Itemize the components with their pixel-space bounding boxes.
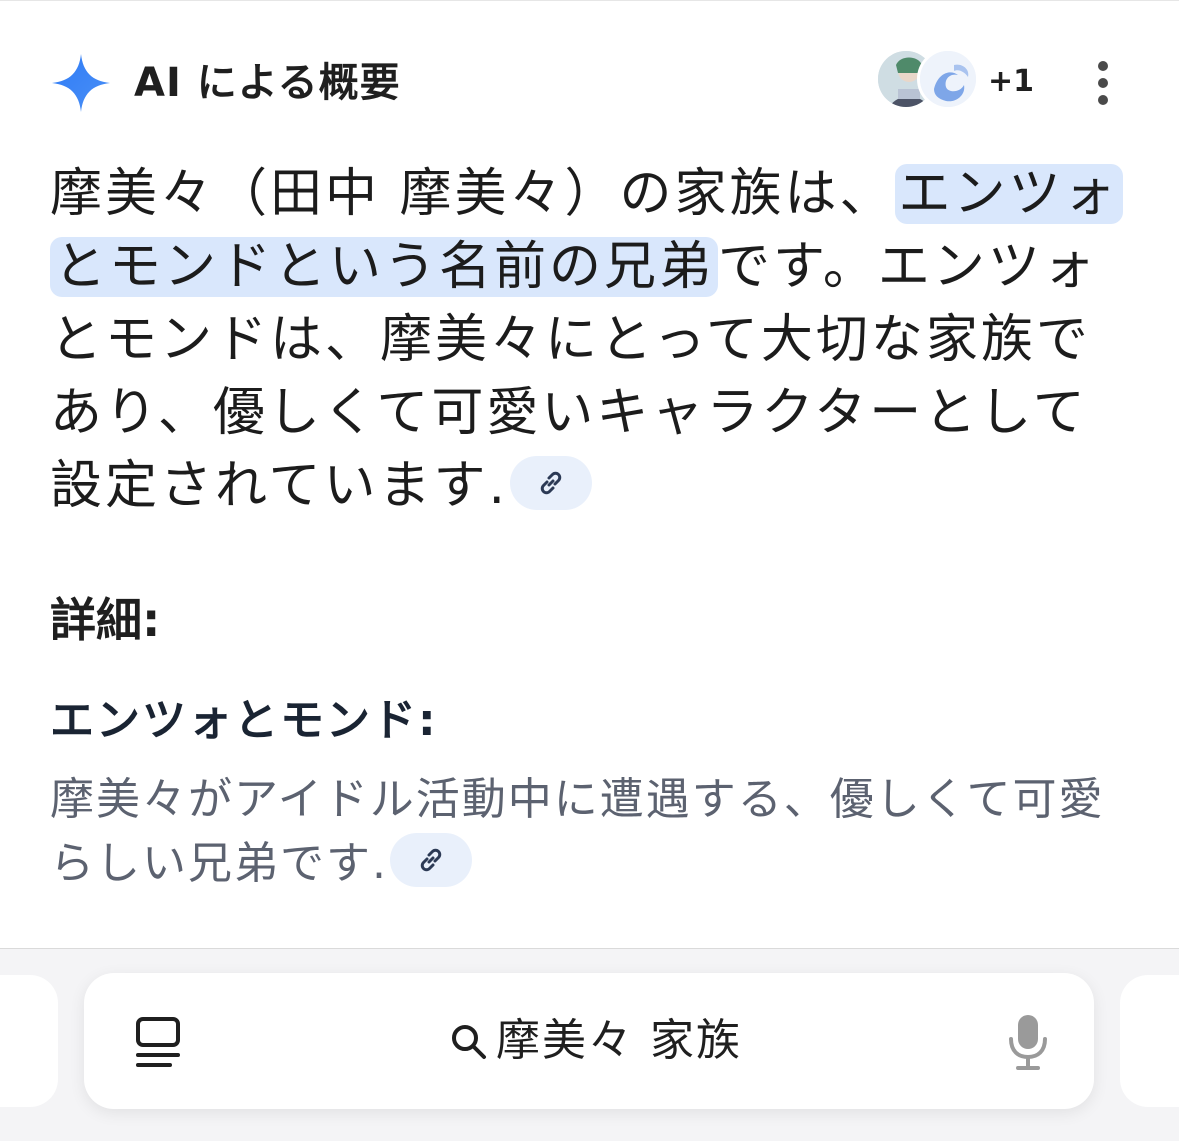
address-search-bar[interactable]: 摩美々 家族 bbox=[84, 973, 1094, 1109]
ai-answer-paragraph: 摩美々（田中 摩美々）の家族は、エンツォとモンドという名前の兄弟です。エンツォと… bbox=[50, 158, 1140, 523]
source-avatars[interactable] bbox=[875, 48, 985, 114]
source-link-button[interactable] bbox=[390, 833, 472, 887]
more-vertical-icon[interactable] bbox=[1086, 56, 1120, 112]
top-divider bbox=[0, 0, 1179, 1]
sparkle-icon bbox=[52, 54, 110, 112]
ai-overview-header: AI による概要 +1 bbox=[50, 48, 1130, 118]
search-icon bbox=[452, 1025, 486, 1059]
bottom-toolbar: 摩美々 家族 bbox=[0, 948, 1179, 1141]
microphone-icon[interactable] bbox=[1008, 1013, 1048, 1071]
answer-text-start: 摩美々（田中 摩美々）の家族は、 bbox=[50, 164, 895, 224]
link-icon bbox=[540, 471, 562, 495]
details-text: 摩美々がアイドル活動中に遭遇する、優しくて可愛らしい兄弟です. bbox=[50, 774, 1105, 889]
logo-avatar-icon bbox=[920, 51, 976, 107]
link-icon bbox=[420, 848, 442, 872]
search-query-text[interactable]: 摩美々 家族 bbox=[496, 1013, 742, 1069]
next-tab-card[interactable] bbox=[1120, 975, 1179, 1107]
source-link-button[interactable] bbox=[509, 456, 592, 510]
ai-overview-title: AI による概要 bbox=[134, 60, 401, 106]
details-heading: 詳細: bbox=[50, 593, 161, 647]
tabs-icon[interactable] bbox=[134, 1015, 184, 1071]
previous-tab-card[interactable] bbox=[0, 975, 58, 1107]
details-text-paragraph: 摩美々がアイドル活動中に遭遇する、優しくて可愛らしい兄弟です. bbox=[50, 768, 1140, 896]
more-sources-count[interactable]: +1 bbox=[988, 62, 1034, 102]
details-subheading: エンツォとモンド: bbox=[50, 695, 438, 746]
source-avatar[interactable] bbox=[917, 48, 979, 110]
